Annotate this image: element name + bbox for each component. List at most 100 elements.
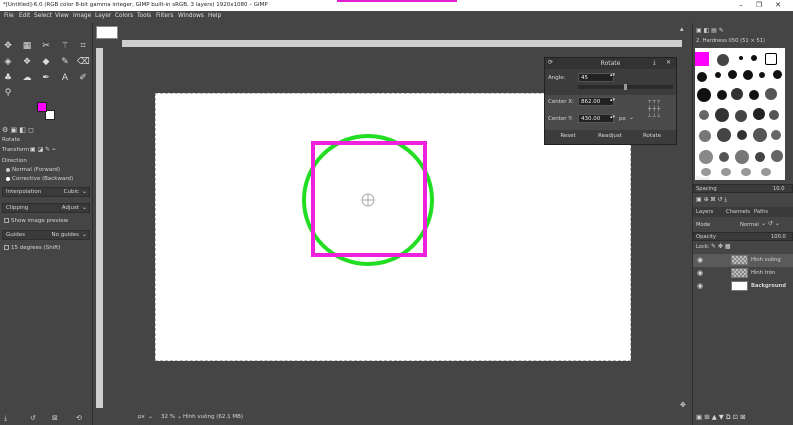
- show-preview-checkbox[interactable]: Show image preview: [4, 218, 68, 224]
- guides-dropdown[interactable]: Guides No guides ⌄: [2, 230, 90, 240]
- menu-filters[interactable]: Filters: [156, 13, 173, 19]
- rotate-dialog-header: ⟳ Rotate ⤓ ✕: [545, 58, 676, 69]
- center-x-spin-icon[interactable]: ▴▾: [610, 97, 615, 103]
- layer-thumbnail: [731, 255, 748, 265]
- layer-item[interactable]: ◉ Hình tròn: [693, 267, 793, 280]
- lock-icons[interactable]: ✎ ✥ ▦: [711, 243, 731, 250]
- brush-grid[interactable]: [695, 48, 785, 180]
- layer-item[interactable]: ◉ Hình vuông: [693, 254, 793, 267]
- paintbrush-icon[interactable]: ✎: [59, 56, 71, 68]
- layer-item[interactable]: ◉ Background: [693, 280, 793, 293]
- tab-channels[interactable]: Channels: [726, 209, 750, 215]
- image-tab[interactable]: [96, 26, 118, 39]
- free-select-icon[interactable]: ✂: [40, 40, 52, 52]
- horizontal-ruler[interactable]: [122, 40, 682, 47]
- vertical-ruler[interactable]: [96, 48, 103, 408]
- direction-corrective-radio[interactable]: Corrective (Backward): [6, 176, 73, 182]
- chevron-down-icon[interactable]: ⌄: [148, 413, 153, 420]
- layer-thumbnail: [731, 281, 748, 291]
- direction-label: Direction: [2, 158, 27, 164]
- eye-icon[interactable]: ◉: [697, 269, 705, 277]
- smudge-tool-icon[interactable]: ☁: [21, 72, 33, 84]
- mode-dropdown[interactable]: Normal: [740, 222, 759, 228]
- eye-icon[interactable]: ◉: [697, 282, 705, 290]
- menu-edit[interactable]: Edit: [19, 13, 30, 19]
- zoom-dropdown[interactable]: 32 %: [161, 414, 175, 420]
- center-x-label: Center X:: [548, 99, 574, 105]
- close-button[interactable]: ✕: [773, 1, 783, 10]
- rect-select-icon[interactable]: ▦: [21, 40, 33, 52]
- angle-slider-handle[interactable]: [624, 84, 627, 90]
- angle-input[interactable]: 45: [578, 73, 614, 82]
- opacity-slider[interactable]: Opacity 100.0: [693, 232, 793, 241]
- reset-icon[interactable]: ⟲: [76, 414, 82, 422]
- angle-label: Angle:: [548, 75, 566, 81]
- bucket-fill-icon[interactable]: ◆: [40, 56, 52, 68]
- eye-icon[interactable]: ◉: [697, 256, 705, 264]
- menu-view[interactable]: View: [55, 13, 69, 19]
- minimize-button[interactable]: –: [736, 1, 746, 10]
- angle-spin-icon[interactable]: ▴▾: [610, 72, 615, 78]
- chevron-down-icon: ⌄: [81, 204, 87, 211]
- menu-colors[interactable]: Colors: [115, 13, 133, 19]
- zoom-tool-icon[interactable]: ⚲: [2, 87, 14, 99]
- paths-tool-icon[interactable]: ✒: [40, 72, 52, 84]
- right-dock: ▣ ◧ ▤ ✎ 2. Hardness 050 (51 × 51) Basic,…: [692, 23, 793, 425]
- clipping-dropdown[interactable]: Clipping Adjust ⌄: [2, 203, 90, 213]
- rotate-dialog-title: Rotate: [600, 60, 621, 67]
- clone-tool-icon[interactable]: ♣: [2, 72, 14, 84]
- menu-tools[interactable]: Tools: [137, 13, 151, 19]
- dock-tab-icons[interactable]: ▣ ◧ ▤ ✎: [696, 27, 724, 34]
- center-x-input[interactable]: 862.00: [578, 97, 614, 106]
- menu-windows[interactable]: Windows: [178, 13, 204, 19]
- constrain-checkbox[interactable]: 15 degrees (Shift): [4, 245, 60, 251]
- transform-mode-icons[interactable]: ▣ ◪ ✎ ⌁: [30, 146, 56, 153]
- eraser-icon[interactable]: ⌫: [77, 56, 90, 68]
- pivot-selector[interactable]: ┬ ┬ ┬ ┼ ┼ ┼ ┴ ┴ ┴: [648, 97, 674, 127]
- center-y-input[interactable]: 430.00: [578, 114, 614, 123]
- unit-select[interactable]: px: [619, 116, 626, 122]
- unit-dropdown[interactable]: px: [138, 414, 145, 420]
- menu-layer[interactable]: Layer: [95, 13, 111, 19]
- title-accent: [337, 0, 457, 2]
- tab-paths[interactable]: Paths: [754, 209, 768, 215]
- interpolation-dropdown[interactable]: Interpolation Cubic ⌄: [2, 187, 90, 197]
- mode-icons[interactable]: ⌄ ↺ ⌄: [761, 220, 780, 227]
- readjust-button[interactable]: Readjust: [590, 133, 630, 139]
- move-tool-icon[interactable]: ✥: [2, 40, 14, 52]
- chevron-down-icon[interactable]: ⌄: [177, 413, 182, 420]
- center-y-spin-icon[interactable]: ▴▾: [610, 114, 615, 120]
- reset-button[interactable]: Reset: [548, 133, 588, 139]
- maximize-button[interactable]: ❐: [754, 1, 764, 10]
- scroll-arrow-icon[interactable]: ▴: [680, 25, 684, 33]
- delete-icon[interactable]: ⊠: [52, 414, 58, 422]
- export-icon[interactable]: ⤓: [653, 59, 656, 67]
- close-icon[interactable]: ✕: [666, 59, 671, 66]
- warp-tool-icon[interactable]: ❖: [21, 56, 33, 68]
- foreground-color-swatch[interactable]: [37, 102, 47, 112]
- color-picker-icon[interactable]: ✐: [77, 72, 89, 84]
- menu-file[interactable]: File: [4, 13, 14, 19]
- restore-icon[interactable]: ↺: [30, 414, 36, 422]
- save-icon[interactable]: ⤓: [4, 414, 7, 423]
- menu-image[interactable]: Image: [73, 13, 91, 19]
- fuzzy-select-icon[interactable]: ⚚: [59, 40, 71, 52]
- menu-help[interactable]: Help: [208, 13, 221, 19]
- navigate-icon[interactable]: ✥: [680, 401, 686, 409]
- tab-layers[interactable]: Layers: [696, 209, 713, 215]
- text-tool-icon[interactable]: A: [59, 72, 71, 84]
- menu-select[interactable]: Select: [34, 13, 52, 19]
- rotate-button[interactable]: Rotate: [632, 133, 672, 139]
- chevron-down-icon[interactable]: ⌄: [629, 114, 634, 121]
- brush-preset[interactable]: Basic,: [696, 176, 711, 182]
- selected-brush[interactable]: [695, 52, 709, 66]
- toolbox-panel: ✥ ▦ ✂ ⚚ ⌗ ◈ ❖ ◆ ✎ ⌫ ♣ ☁ ✒ A ✐ ⚲ ⚙ ▣ ◧ ◻ …: [0, 23, 93, 425]
- brush-actions[interactable]: ▣ ⊕ ⊠ ↺ ⤓: [696, 196, 727, 204]
- spacing-slider[interactable]: Spacing 10.0: [693, 184, 793, 193]
- menu-bar: File Edit Select View Image Layer Colors…: [0, 11, 793, 23]
- tool-options-tabs[interactable]: ⚙ ▣ ◧ ◻: [2, 126, 34, 134]
- layer-actions[interactable]: ▣ ⊞ ▲ ▼ ⧉ ⊡ ⊠: [696, 413, 746, 422]
- direction-normal-radio[interactable]: Normal (Forward): [6, 167, 60, 173]
- unified-transform-icon[interactable]: ◈: [2, 56, 14, 68]
- crop-tool-icon[interactable]: ⌗: [77, 40, 89, 52]
